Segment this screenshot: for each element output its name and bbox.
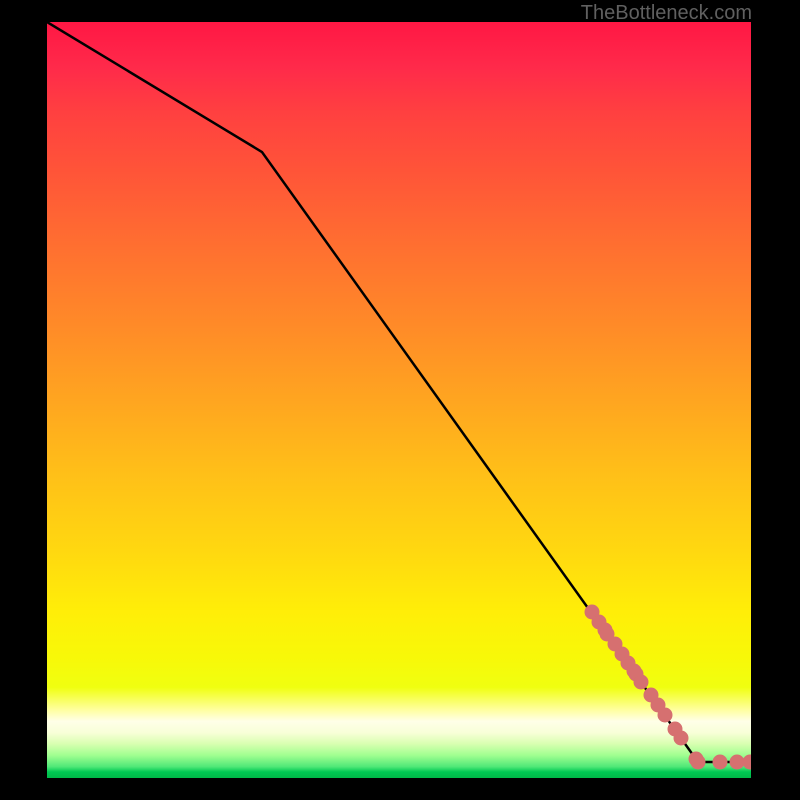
attribution-text: TheBottleneck.com [581,2,752,25]
chart-gradient-background [47,22,751,778]
